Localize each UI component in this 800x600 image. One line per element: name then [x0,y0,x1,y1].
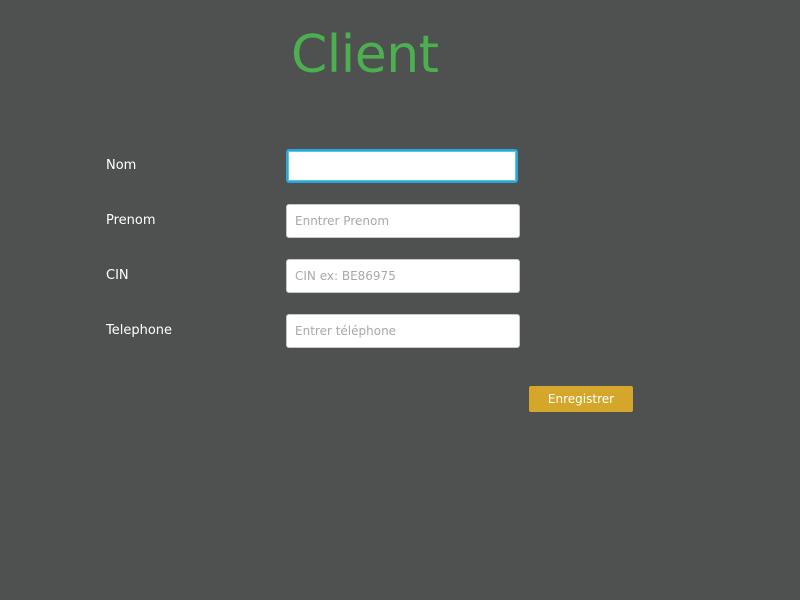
nom-input[interactable] [286,149,518,183]
prenom-input[interactable] [286,204,520,238]
telephone-input[interactable] [286,314,520,348]
nom-label: Nom [106,158,137,173]
telephone-label: Telephone [106,323,173,338]
cin-label: CIN [106,268,129,283]
page-title: Client [291,25,439,85]
client-form-page: Client Nom Prenom CIN Telephone Enregist… [0,0,800,600]
enregistrer-button[interactable]: Enregistrer [529,386,633,412]
cin-input[interactable] [286,259,520,293]
prenom-label: Prenom [106,213,156,228]
